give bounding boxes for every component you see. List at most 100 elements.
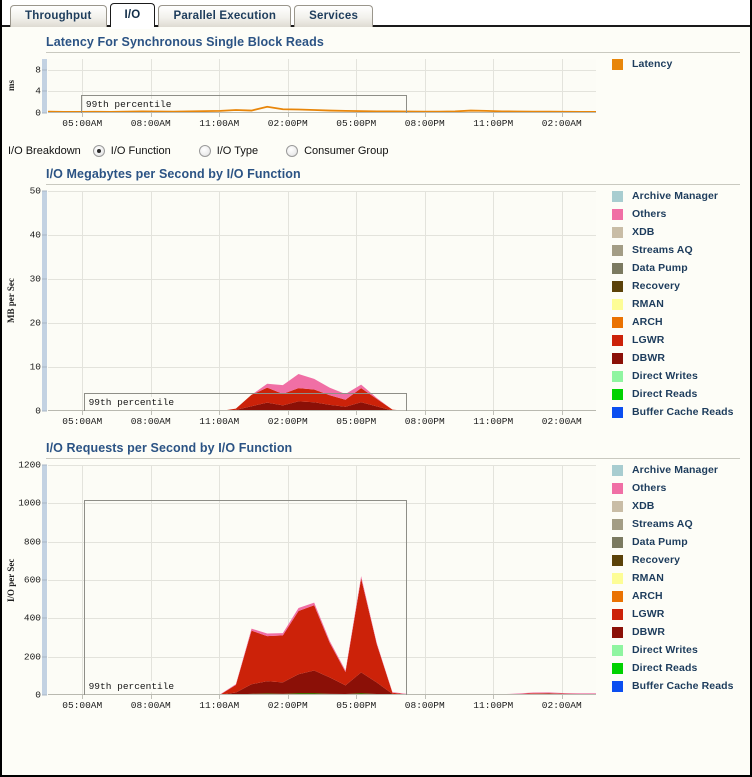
legend-item[interactable]: Data Pump bbox=[612, 259, 734, 277]
legend-item[interactable]: RMAN bbox=[612, 295, 734, 313]
legend-item[interactable]: ARCH bbox=[612, 313, 734, 331]
legend-item[interactable]: Buffer Cache Reads bbox=[612, 403, 734, 421]
legend-item[interactable]: Latency bbox=[612, 55, 672, 73]
tab-i-o[interactable]: I/O bbox=[110, 3, 156, 27]
legend-label: Data Pump bbox=[632, 536, 688, 548]
legend-swatch-icon bbox=[612, 555, 623, 566]
x-axis-tick-mark bbox=[82, 113, 83, 117]
radio-i-o-function[interactable]: I/O Function bbox=[93, 145, 171, 157]
legend-label: XDB bbox=[632, 226, 654, 238]
legend-item[interactable]: DBWR bbox=[612, 349, 734, 367]
legend-swatch-icon bbox=[612, 501, 623, 512]
legend-swatch-icon bbox=[612, 353, 623, 364]
x-axis-tick-label: 05:00PM bbox=[336, 700, 376, 711]
x-axis-tick-mark bbox=[356, 411, 357, 415]
legend-item[interactable]: Streams AQ bbox=[612, 241, 734, 259]
radio-button-icon[interactable] bbox=[199, 145, 211, 157]
legend-swatch-icon bbox=[612, 227, 623, 238]
x-axis-tick-label: 02:00PM bbox=[268, 416, 308, 427]
y-axis-tick-label: 0 bbox=[35, 406, 41, 417]
legend-item[interactable]: Buffer Cache Reads bbox=[612, 677, 734, 695]
y-axis-tick-label: 8 bbox=[35, 64, 41, 75]
legend-item[interactable]: Recovery bbox=[612, 277, 734, 295]
legend-label: LGWR bbox=[632, 334, 664, 346]
legend-swatch-icon bbox=[612, 627, 623, 638]
tab-throughput[interactable]: Throughput bbox=[10, 5, 107, 27]
y-axis-tick-mark bbox=[42, 656, 47, 657]
io-mb-title: I/O Megabytes per Second by I/O Function bbox=[2, 159, 750, 184]
legend-swatch-icon bbox=[612, 59, 623, 70]
y-axis-tick-label: 0 bbox=[35, 690, 41, 701]
y-axis-tick-mark bbox=[42, 411, 47, 412]
page-title: Latency For Synchronous Single Block Rea… bbox=[2, 27, 750, 52]
legend-item[interactable]: LGWR bbox=[612, 331, 734, 349]
legend-label: XDB bbox=[632, 500, 654, 512]
legend-label: DBWR bbox=[632, 626, 665, 638]
legend-item[interactable]: Others bbox=[612, 479, 734, 497]
legend-item[interactable]: Data Pump bbox=[612, 533, 734, 551]
x-axis-tick-mark bbox=[356, 695, 357, 699]
x-axis-tick-mark bbox=[493, 411, 494, 415]
io-mb-chart-row: MB per Sec0102030405005:00AM08:00AM11:00… bbox=[2, 185, 750, 433]
legend-item[interactable]: Archive Manager bbox=[612, 187, 734, 205]
legend-swatch-icon bbox=[612, 281, 623, 292]
legend-item[interactable]: Direct Reads bbox=[612, 385, 734, 403]
x-axis-tick-mark bbox=[425, 695, 426, 699]
chart-series-canvas bbox=[48, 191, 596, 411]
legend-item[interactable]: Direct Reads bbox=[612, 659, 734, 677]
legend-swatch-icon bbox=[612, 573, 623, 584]
legend-swatch-icon bbox=[612, 663, 623, 674]
x-axis-tick-label: 11:00PM bbox=[473, 416, 513, 427]
y-axis-tick-label: 400 bbox=[24, 613, 41, 624]
legend-item[interactable]: Direct Writes bbox=[612, 367, 734, 385]
legend-item[interactable]: LGWR bbox=[612, 605, 734, 623]
x-axis-tick-mark bbox=[151, 113, 152, 117]
legend-swatch-icon bbox=[612, 317, 623, 328]
tab-services[interactable]: Services bbox=[294, 5, 373, 27]
legend-item[interactable]: DBWR bbox=[612, 623, 734, 641]
y-axis-tick-mark bbox=[42, 235, 47, 236]
y-axis-label: MB per Sec bbox=[6, 191, 16, 411]
y-axis-tick-mark bbox=[42, 323, 47, 324]
y-axis-bar bbox=[42, 59, 47, 113]
x-axis-tick-label: 05:00AM bbox=[62, 118, 102, 129]
y-axis-tick-mark bbox=[42, 113, 47, 114]
legend-item[interactable]: Direct Writes bbox=[612, 641, 734, 659]
x-axis-tick-label: 02:00AM bbox=[542, 416, 582, 427]
legend-item[interactable]: ARCH bbox=[612, 587, 734, 605]
legend-swatch-icon bbox=[612, 335, 623, 346]
legend-item[interactable]: XDB bbox=[612, 497, 734, 515]
io-requests-section: I/O Requests per Second by I/O Function … bbox=[2, 433, 750, 717]
radio-consumer-group[interactable]: Consumer Group bbox=[286, 145, 388, 157]
x-axis-tick-mark bbox=[151, 695, 152, 699]
legend-item[interactable]: XDB bbox=[612, 223, 734, 241]
x-axis-tick-mark bbox=[356, 113, 357, 117]
legend-item[interactable]: Streams AQ bbox=[612, 515, 734, 533]
percentile-label: 99th percentile bbox=[87, 681, 177, 692]
legend-item[interactable]: Others bbox=[612, 205, 734, 223]
x-axis-tick-mark bbox=[493, 695, 494, 699]
x-axis-tick-label: 11:00AM bbox=[199, 416, 239, 427]
y-axis-tick-mark bbox=[42, 279, 47, 280]
y-axis-tick-mark bbox=[42, 541, 47, 542]
tab-parallel-execution[interactable]: Parallel Execution bbox=[158, 5, 291, 27]
x-axis-tick-label: 11:00AM bbox=[199, 700, 239, 711]
x-axis-tick-mark bbox=[562, 411, 563, 415]
y-axis-tick-mark bbox=[42, 367, 47, 368]
legend-item[interactable]: Archive Manager bbox=[612, 461, 734, 479]
x-axis-line bbox=[48, 694, 596, 695]
radio-i-o-type[interactable]: I/O Type bbox=[199, 145, 258, 157]
legend-label: Archive Manager bbox=[632, 190, 718, 202]
x-axis-tick-label: 11:00PM bbox=[473, 700, 513, 711]
legend-item[interactable]: RMAN bbox=[612, 569, 734, 587]
io-requests-title: I/O Requests per Second by I/O Function bbox=[2, 433, 750, 458]
legend-swatch-icon bbox=[612, 591, 623, 602]
radio-button-icon[interactable] bbox=[93, 145, 105, 157]
x-axis-tick-label: 11:00AM bbox=[199, 118, 239, 129]
radio-button-icon[interactable] bbox=[286, 145, 298, 157]
legend-label: Streams AQ bbox=[632, 518, 693, 530]
y-axis-tick-label: 20 bbox=[30, 318, 41, 329]
x-axis-tick-label: 02:00AM bbox=[542, 700, 582, 711]
legend-item[interactable]: Recovery bbox=[612, 551, 734, 569]
io-breakdown-label: I/O Breakdown bbox=[8, 145, 81, 157]
